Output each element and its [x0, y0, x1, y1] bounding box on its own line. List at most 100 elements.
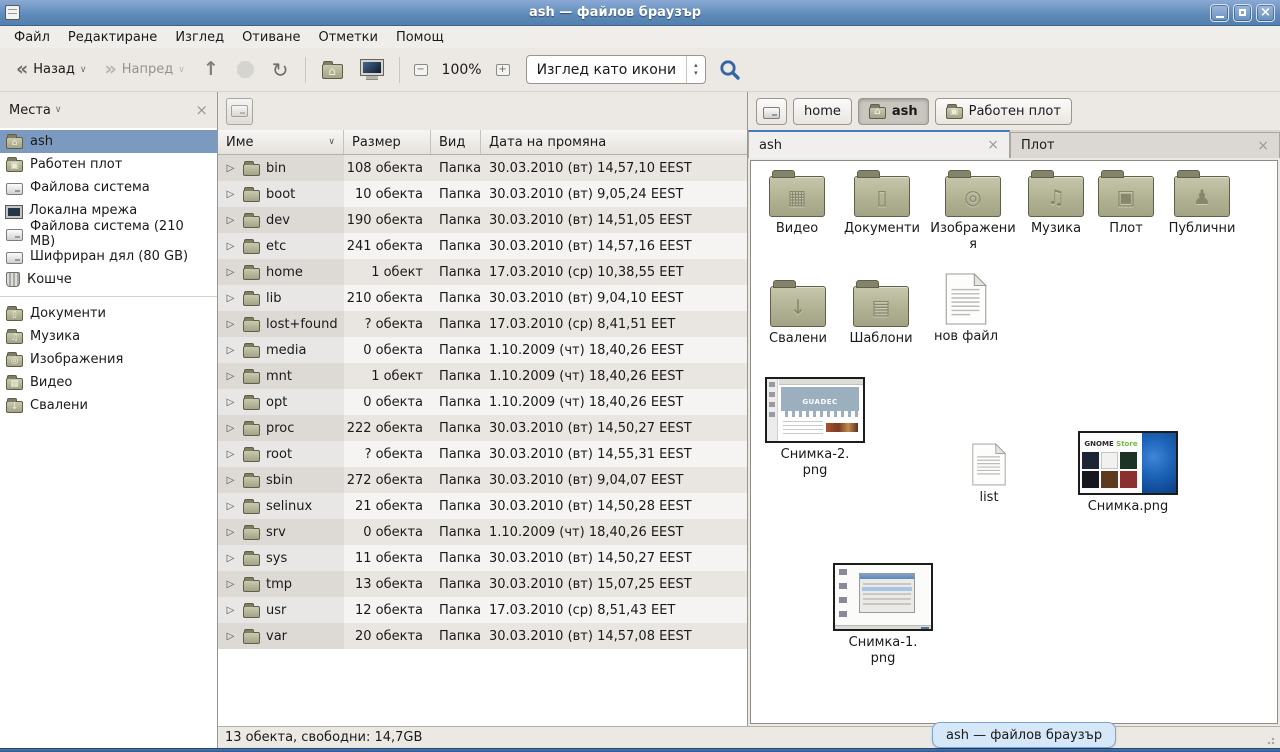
- table-row[interactable]: ▷ media 0 обекта Папка 1.10.2009 (чт) 18…: [218, 337, 747, 363]
- column-header-name[interactable]: Име ∨: [218, 130, 344, 154]
- table-row[interactable]: ▷ dev 190 обекта Папка 30.03.2010 (вт) 1…: [218, 207, 747, 233]
- expander-icon[interactable]: ▷: [224, 475, 237, 486]
- menu-item[interactable]: Редактиране: [60, 28, 165, 47]
- icon-view[interactable]: ▦ Видео ▯ Документи ◎ Изображения: [750, 160, 1278, 724]
- expander-icon[interactable]: ▷: [224, 215, 237, 226]
- tab-ash[interactable]: ash ×: [748, 130, 1010, 158]
- expander-icon[interactable]: ▷: [224, 449, 237, 460]
- path-button-home[interactable]: home: [793, 98, 852, 125]
- view-mode-spinner-icon[interactable]: ▴▾: [687, 62, 705, 77]
- table-row[interactable]: ▷ boot 10 обекта Папка 30.03.2010 (вт) 9…: [218, 181, 747, 207]
- path-button-ash[interactable]: ash: [858, 98, 929, 125]
- sidebar-place-item[interactable]: Видео: [0, 371, 217, 394]
- table-row[interactable]: ▷ srv 0 обекта Папка 1.10.2009 (чт) 18,4…: [218, 519, 747, 545]
- table-row[interactable]: ▷ selinux 21 обекта Папка 30.03.2010 (вт…: [218, 493, 747, 519]
- table-row[interactable]: ▷ bin 108 обекта Папка 30.03.2010 (вт) 1…: [218, 155, 747, 181]
- table-row[interactable]: ▷ lost+found ? обекта Папка 17.03.2010 (…: [218, 311, 747, 337]
- reload-button[interactable]: ↻: [264, 54, 297, 86]
- table-row[interactable]: ▷ var 20 обекта Папка 30.03.2010 (вт) 14…: [218, 623, 747, 649]
- table-row[interactable]: ▷ opt 0 обекта Папка 1.10.2009 (чт) 18,4…: [218, 389, 747, 415]
- home-button[interactable]: [314, 54, 351, 86]
- table-row[interactable]: ▷ proc 222 обекта Папка 30.03.2010 (вт) …: [218, 415, 747, 441]
- icon-item-desktop[interactable]: ▣ Плот: [1095, 169, 1157, 237]
- sidebar-place-item[interactable]: Музика: [0, 325, 217, 348]
- sidebar-place-item[interactable]: Кошче: [0, 268, 217, 291]
- icon-item-downloads[interactable]: ↓ Свалени: [761, 279, 835, 347]
- maximize-button[interactable]: [1233, 4, 1252, 22]
- sidebar-close-icon[interactable]: ×: [195, 103, 208, 118]
- menu-item[interactable]: Изглед: [167, 28, 232, 47]
- table-row[interactable]: ▷ home 1 обект Папка 17.03.2010 (ср) 10,…: [218, 259, 747, 285]
- sidebar-place-item[interactable]: Изображения: [0, 348, 217, 371]
- menu-item[interactable]: Помощ: [388, 28, 452, 47]
- tab-close-icon[interactable]: ×: [987, 138, 999, 152]
- icon-item-list[interactable]: list: [957, 443, 1021, 506]
- back-dropdown-icon[interactable]: ∨: [80, 65, 87, 75]
- sidebar-place-item[interactable]: Работен плот: [0, 153, 217, 176]
- icon-item-pictures[interactable]: ◎ Изображения: [929, 169, 1017, 254]
- expander-icon[interactable]: ▷: [224, 163, 237, 174]
- tab-plot[interactable]: Плот ×: [1010, 132, 1280, 158]
- path-root-button[interactable]: [756, 98, 787, 125]
- sidebar-mode-dropdown-icon[interactable]: ∨: [55, 105, 62, 115]
- table-row[interactable]: ▷ root ? обекта Папка 30.03.2010 (вт) 14…: [218, 441, 747, 467]
- expander-icon[interactable]: ▷: [224, 501, 237, 512]
- table-row[interactable]: ▷ etc 241 обекта Папка 30.03.2010 (вт) 1…: [218, 233, 747, 259]
- icon-item-video[interactable]: ▦ Видео: [761, 169, 833, 237]
- sidebar-place-item[interactable]: Файлова система (210 MB): [0, 222, 217, 245]
- tab-close-icon[interactable]: ×: [1257, 139, 1269, 153]
- zoom-in-button[interactable]: +: [490, 57, 516, 83]
- up-button[interactable]: ↑: [195, 54, 227, 86]
- expander-icon[interactable]: ▷: [224, 293, 237, 304]
- expander-icon[interactable]: ▷: [224, 527, 237, 538]
- view-mode-select[interactable]: Изглед като икони ▴▾: [526, 55, 706, 84]
- expander-icon[interactable]: ▷: [224, 423, 237, 434]
- table-row[interactable]: ▷ sbin 272 обекта Папка 30.03.2010 (вт) …: [218, 467, 747, 493]
- path-button-desktop[interactable]: Работен плот: [935, 98, 1072, 125]
- sidebar-place-item[interactable]: Шифриран дял (80 GB): [0, 245, 217, 268]
- icon-item-public[interactable]: ♟ Публични: [1161, 169, 1243, 237]
- icon-item-new-file[interactable]: нов файл: [929, 273, 1003, 345]
- sidebar-place-item[interactable]: Свалени: [0, 394, 217, 417]
- icon-item-templates[interactable]: ▤ Шаблони: [841, 279, 921, 347]
- tree-root-button[interactable]: [226, 98, 253, 125]
- minimize-button[interactable]: [1210, 4, 1229, 22]
- icon-item-snimka1[interactable]: Снимка-1.png: [831, 563, 935, 668]
- expander-icon[interactable]: ▷: [224, 397, 237, 408]
- table-row[interactable]: ▷ lib 210 обекта Папка 30.03.2010 (вт) 9…: [218, 285, 747, 311]
- expander-icon[interactable]: ▷: [224, 605, 237, 616]
- table-row[interactable]: ▷ usr 12 обекта Папка 17.03.2010 (ср) 8,…: [218, 597, 747, 623]
- table-row[interactable]: ▷ mnt 1 обект Папка 1.10.2009 (чт) 18,40…: [218, 363, 747, 389]
- resize-grip[interactable]: [1267, 735, 1277, 745]
- sidebar-place-item[interactable]: ash: [0, 130, 217, 153]
- icon-item-snimka2[interactable]: GUADEC Снимка-2.png: [763, 377, 867, 480]
- search-button[interactable]: [718, 58, 742, 82]
- expander-icon[interactable]: ▷: [224, 345, 237, 356]
- zoom-out-button[interactable]: −: [408, 57, 434, 83]
- icon-item-music[interactable]: ♫ Музика: [1021, 169, 1091, 237]
- stop-button[interactable]: [229, 54, 262, 86]
- expander-icon[interactable]: ▷: [224, 267, 237, 278]
- sidebar-place-item[interactable]: Файлова система: [0, 176, 217, 199]
- expander-icon[interactable]: ▷: [224, 553, 237, 564]
- expander-icon[interactable]: ▷: [224, 189, 237, 200]
- column-header-size[interactable]: Размер: [344, 130, 431, 154]
- expander-icon[interactable]: ▷: [224, 241, 237, 252]
- expander-icon[interactable]: ▷: [224, 631, 237, 642]
- icon-item-documents[interactable]: ▯ Документи: [839, 169, 925, 237]
- computer-button[interactable]: [353, 54, 391, 86]
- expander-icon[interactable]: ▷: [224, 371, 237, 382]
- menu-item[interactable]: Отметки: [310, 28, 385, 47]
- table-row[interactable]: ▷ sys 11 обекта Папка 30.03.2010 (вт) 14…: [218, 545, 747, 571]
- expander-icon[interactable]: ▷: [224, 579, 237, 590]
- menu-item[interactable]: Файл: [6, 28, 58, 47]
- table-row[interactable]: ▷ tmp 13 обекта Папка 30.03.2010 (вт) 15…: [218, 571, 747, 597]
- column-header-modified[interactable]: Дата на промяна: [481, 130, 747, 154]
- icon-item-snimka[interactable]: GNOME Store Снимка.png: [1073, 431, 1183, 515]
- close-button[interactable]: ×: [1256, 4, 1275, 22]
- titlebar[interactable]: ash — файлов браузър ×: [0, 0, 1280, 26]
- back-button[interactable]: « Назад ∨: [8, 54, 94, 86]
- forward-button[interactable]: » Напред ∨: [96, 54, 192, 86]
- menu-item[interactable]: Отиване: [234, 28, 308, 47]
- window-list-tooltip[interactable]: ash — файлов браузър: [932, 722, 1116, 748]
